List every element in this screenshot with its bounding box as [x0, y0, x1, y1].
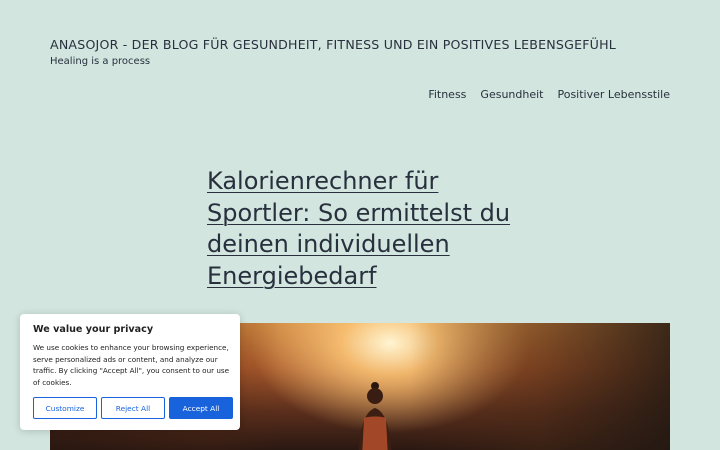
accept-all-button[interactable]: Accept All: [169, 397, 233, 419]
site-title[interactable]: ANASOJOR - DER BLOG FÜR GESUNDHEIT, FITN…: [50, 37, 616, 52]
nav-item-fitness[interactable]: Fitness: [428, 88, 466, 101]
site-tagline: Healing is a process: [50, 56, 151, 67]
primary-nav: Fitness Gesundheit Positiver Lebensstile: [428, 88, 670, 101]
runner-silhouette: [358, 382, 392, 450]
cookie-heading: We value your privacy: [33, 324, 154, 335]
post-title-link[interactable]: Kalorienrechner für Sportler: So ermitte…: [207, 167, 510, 290]
featured-image-trees-right: [410, 323, 670, 450]
cookie-text: We use cookies to enhance your browsing …: [33, 343, 230, 388]
post-title: Kalorienrechner für Sportler: So ermitte…: [207, 166, 547, 292]
cookie-consent-banner: We value your privacy We use cookies to …: [20, 314, 240, 430]
reject-all-button[interactable]: Reject All: [101, 397, 165, 419]
nav-item-positiver-lebensstile[interactable]: Positiver Lebensstile: [557, 88, 670, 101]
nav-item-gesundheit[interactable]: Gesundheit: [480, 88, 543, 101]
customize-button[interactable]: Customize: [33, 397, 97, 419]
cookie-buttons: Customize Reject All Accept All: [33, 397, 233, 419]
page: ANASOJOR - DER BLOG FÜR GESUNDHEIT, FITN…: [0, 0, 720, 450]
